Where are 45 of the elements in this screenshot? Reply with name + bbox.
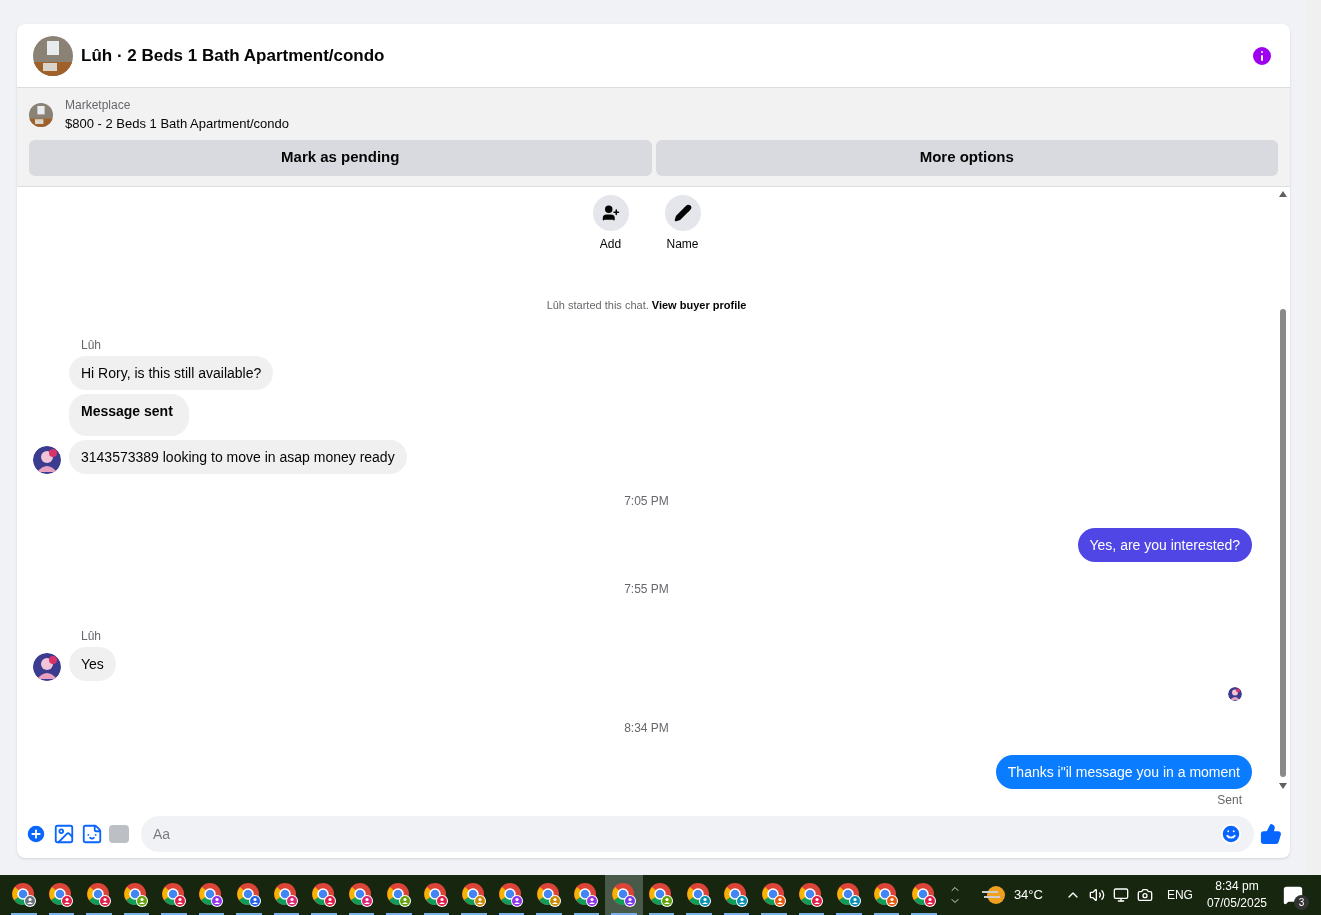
emoji-icon[interactable] bbox=[1220, 823, 1242, 845]
message-input[interactable]: Aa bbox=[153, 823, 1220, 845]
listing-avatar bbox=[33, 35, 73, 76]
browser-taskbar-icon[interactable] bbox=[605, 875, 643, 915]
listing-source: Marketplace bbox=[65, 97, 132, 114]
message-bubble: Yes bbox=[69, 646, 116, 681]
avatar-icon bbox=[33, 652, 61, 681]
sender-name: Lûh bbox=[81, 628, 102, 643]
network-icon[interactable] bbox=[1112, 887, 1129, 903]
add-person-icon bbox=[601, 203, 620, 222]
camera-icon[interactable] bbox=[1136, 887, 1153, 903]
scroll-up-arrow-icon[interactable] bbox=[1279, 190, 1287, 197]
language-indicator[interactable]: ENG bbox=[1166, 886, 1193, 904]
avatar-icon bbox=[33, 445, 61, 474]
listing-action-button[interactable]: Mark as pending bbox=[29, 139, 652, 176]
photo-icon[interactable] bbox=[53, 823, 75, 845]
timestamp: 7:05 PM bbox=[624, 492, 669, 509]
chat-title: Lûh · 2 Beds 1 Bath Apartment/condo bbox=[81, 44, 385, 67]
message-bubble: Message sent bbox=[69, 393, 189, 436]
chat-start-note: Lûh started this chat. View buyer profile bbox=[546, 297, 747, 313]
listing-action-button[interactable]: More options bbox=[655, 139, 1278, 176]
listing-thumbnail bbox=[29, 102, 53, 127]
timestamp: 7:55 PM bbox=[624, 580, 669, 597]
clock[interactable]: 8:34 pm 07/05/2025 bbox=[1206, 878, 1267, 912]
add-icon[interactable] bbox=[25, 823, 47, 845]
scroll-down-arrow-icon[interactable] bbox=[1279, 782, 1287, 789]
volume-icon[interactable] bbox=[1088, 887, 1105, 903]
message-status: Sent bbox=[1217, 792, 1242, 807]
timestamp: 8:34 PM bbox=[624, 719, 669, 736]
avatar-icon bbox=[1228, 686, 1242, 701]
scrollbar-thumb[interactable] bbox=[1280, 308, 1286, 777]
notification-count: 3 bbox=[1294, 895, 1309, 910]
temperature[interactable]: 34°C bbox=[1013, 885, 1043, 905]
weather-icon[interactable] bbox=[979, 884, 1006, 906]
listing-title: $800 - 2 Beds 1 Bath Apartment/condo bbox=[65, 115, 290, 133]
pencil-icon bbox=[673, 203, 692, 222]
message-field[interactable]: Aa bbox=[141, 816, 1254, 852]
message-bubble: Hi Rory, is this still available? bbox=[69, 355, 274, 390]
sender-name: Lûh bbox=[81, 337, 102, 352]
sticker-icon[interactable] bbox=[81, 823, 103, 845]
message-bubble: Yes, are you interested? bbox=[1077, 527, 1252, 562]
message-bubble: Thanks i"il message you in a moment bbox=[995, 754, 1252, 789]
like-icon[interactable] bbox=[1260, 823, 1282, 845]
buyer-profile-link[interactable]: View buyer profile bbox=[651, 298, 747, 311]
message-bubble: 3143573389 looking to move in asap money ready bbox=[69, 439, 407, 474]
